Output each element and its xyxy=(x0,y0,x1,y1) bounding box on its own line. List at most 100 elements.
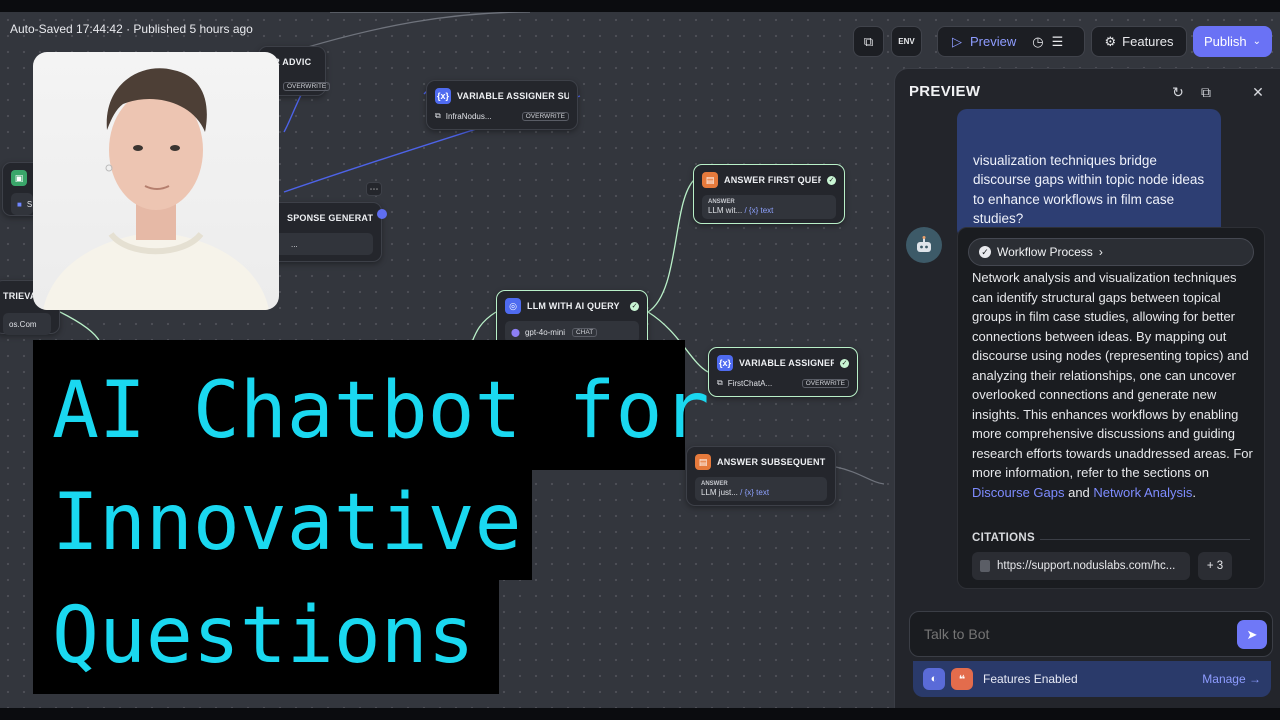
autosave-status: Auto-Saved 17:44:42 · Published 5 hours … xyxy=(10,22,253,36)
answer-label: ANSWER xyxy=(701,481,728,487)
features-enabled-label: Features Enabled xyxy=(983,672,1078,686)
presenter-photo xyxy=(33,52,279,310)
features-button[interactable]: ⚙ Features xyxy=(1091,26,1187,57)
model-name: gpt-4o-mini xyxy=(524,327,565,337)
node-row-text: LLM just... xyxy=(701,488,738,497)
overwrite-tag: OVERWRITE xyxy=(521,111,569,121)
knowledge-icon: ▣ xyxy=(11,170,27,186)
window-button[interactable]: ⧉ xyxy=(853,26,884,57)
manage-link[interactable]: Manage → xyxy=(1202,672,1261,686)
answer-icon: ▤ xyxy=(702,172,718,188)
top-letterbox xyxy=(0,0,1280,12)
file-icon xyxy=(980,560,990,572)
discourse-gaps-link[interactable]: Discourse Gaps xyxy=(972,485,1064,500)
node-variable-assigner-first[interactable]: {x} VARIABLE ASSIGNER FIRS' ✓ ⧉ FirstCha… xyxy=(708,347,858,397)
manage-label: Manage xyxy=(1202,672,1246,686)
answer-end: . xyxy=(1192,484,1197,500)
features-label: Features xyxy=(1122,34,1174,49)
node-title: VARIABLE ASSIGNER SUMM xyxy=(457,91,569,101)
robot-icon xyxy=(917,236,931,252)
answer-body: Network analysis and visualization techn… xyxy=(972,270,1253,480)
node-row-text: LLM wit... xyxy=(708,206,743,215)
preview-toolbar-group: ▷ Preview ◷ ☰ xyxy=(937,26,1085,57)
headline-line-1: AI Chatbot for xyxy=(52,366,710,456)
answer-joiner: and xyxy=(1064,484,1094,500)
env-icon: ENV xyxy=(898,37,915,46)
node-title: VARIABLE ASSIGNER FIRS' xyxy=(739,358,834,368)
variable-icon: {x} xyxy=(717,355,733,371)
edge-gray-5 xyxy=(835,466,885,485)
bot-answer-text: Network analysis and visualization techn… xyxy=(972,268,1258,502)
quote-feature-icon: ❝ xyxy=(951,668,973,690)
headline-line-2: Innovative xyxy=(52,478,522,568)
play-icon[interactable]: ▷ xyxy=(952,34,962,50)
openai-icon: ⬤ xyxy=(511,327,520,337)
node-title: ANSWER SUBSEQUENT QUE xyxy=(717,457,827,467)
citations-label: CITATIONS xyxy=(972,532,1035,544)
chat-tag: CHAT xyxy=(571,327,598,337)
chevron-down-icon: ⌄ xyxy=(1252,36,1262,47)
refresh-icon[interactable]: ↻ xyxy=(1169,83,1187,101)
send-button[interactable]: ➤ xyxy=(1237,620,1267,649)
node-answer-first-query[interactable]: ▤ ANSWER FIRST QUERY ✓ ANSWER LLM wit...… xyxy=(693,164,845,224)
features-enabled-bar: ◐ ❝ Features Enabled Manage → xyxy=(913,661,1271,697)
link-icon: ⧉ xyxy=(717,378,723,387)
overwrite-tag: OVERWRITE xyxy=(283,82,331,91)
citation-chip[interactable]: https://support.noduslabs.com/hc... xyxy=(972,552,1190,580)
node-row-text: os.Com xyxy=(9,319,37,329)
check-icon: ✓ xyxy=(827,175,836,185)
arrow-right-icon: → xyxy=(1249,672,1261,686)
env-button[interactable]: ENV xyxy=(891,26,922,57)
node-response-generated[interactable]: SPONSE GENERATED ... xyxy=(262,202,382,262)
presenter-illustration xyxy=(43,68,269,310)
answer-label: ANSWER xyxy=(708,199,735,205)
publish-button[interactable]: Publish ⌄ xyxy=(1193,26,1272,57)
answer-icon: ▤ xyxy=(695,454,711,470)
user-message-bubble: visualization techniques bridge discours… xyxy=(957,109,1221,239)
llm-icon: ◎ xyxy=(505,298,521,314)
window-icon: ⧉ xyxy=(863,33,874,49)
node-row: os.Com xyxy=(3,313,51,335)
checklist-icon[interactable]: ☰ xyxy=(1052,34,1064,50)
citation-url: https://support.noduslabs.com/hc... xyxy=(997,560,1176,572)
publish-label: Publish xyxy=(1203,34,1247,49)
chat-input[interactable] xyxy=(909,611,1273,657)
send-icon: ➤ xyxy=(1246,626,1258,642)
node-title: ANSWER FIRST QUERY xyxy=(724,175,821,185)
features-icon: ⚙ xyxy=(1104,33,1117,49)
variable-text: / {x} text xyxy=(744,206,774,215)
node-more-button[interactable]: ⋯ xyxy=(366,182,382,196)
close-icon[interactable]: ✕ xyxy=(1249,83,1267,101)
preview-panel: PREVIEW ↻ ⧉ ✕ visualization techniques b… xyxy=(894,68,1280,708)
bottom-letterbox xyxy=(0,708,1280,720)
workflow-label: Workflow Process xyxy=(997,245,1093,259)
node-row-text: S xyxy=(26,199,33,209)
network-analysis-link[interactable]: Network Analysis xyxy=(1093,485,1192,500)
node-row-text: InfraNodus... xyxy=(445,111,492,121)
bot-avatar xyxy=(906,227,942,263)
check-icon: ✓ xyxy=(840,358,849,368)
check-icon: ✓ xyxy=(630,301,639,311)
preview-title: PREVIEW xyxy=(909,83,981,100)
check-icon: ✓ xyxy=(979,246,991,258)
add-node-port[interactable] xyxy=(377,209,387,219)
variable-text: / {x} text xyxy=(740,488,770,497)
node-row: ANSWER LLM wit... / {x} text xyxy=(702,195,836,219)
node-variable-assigner-summ[interactable]: {x} VARIABLE ASSIGNER SUMM ⧉ InfraNodus.… xyxy=(426,80,578,130)
node-row-text: ... xyxy=(291,239,298,249)
preview-button[interactable]: Preview xyxy=(970,34,1016,49)
open-external-icon[interactable]: ⧉ xyxy=(1197,83,1215,101)
folder-icon: ■ xyxy=(17,199,22,209)
node-title: SPONSE GENERATED xyxy=(287,213,373,223)
node-row: ... xyxy=(271,233,373,255)
citation-more-button[interactable]: + 3 xyxy=(1198,552,1232,580)
search-feature-icon: ◐ xyxy=(923,668,945,690)
edge-green-4 xyxy=(59,311,101,343)
bot-response-card: ✓ Workflow Process › Network analysis an… xyxy=(957,227,1265,589)
workflow-process-toggle[interactable]: ✓ Workflow Process › xyxy=(968,238,1254,266)
overwrite-tag: OVERWRITE xyxy=(801,378,849,388)
user-message-text: visualization techniques bridge discours… xyxy=(973,152,1205,227)
history-icon[interactable]: ◷ xyxy=(1032,34,1043,50)
link-icon: ⧉ xyxy=(435,111,441,120)
node-row-text: FirstChatA... xyxy=(727,378,773,388)
